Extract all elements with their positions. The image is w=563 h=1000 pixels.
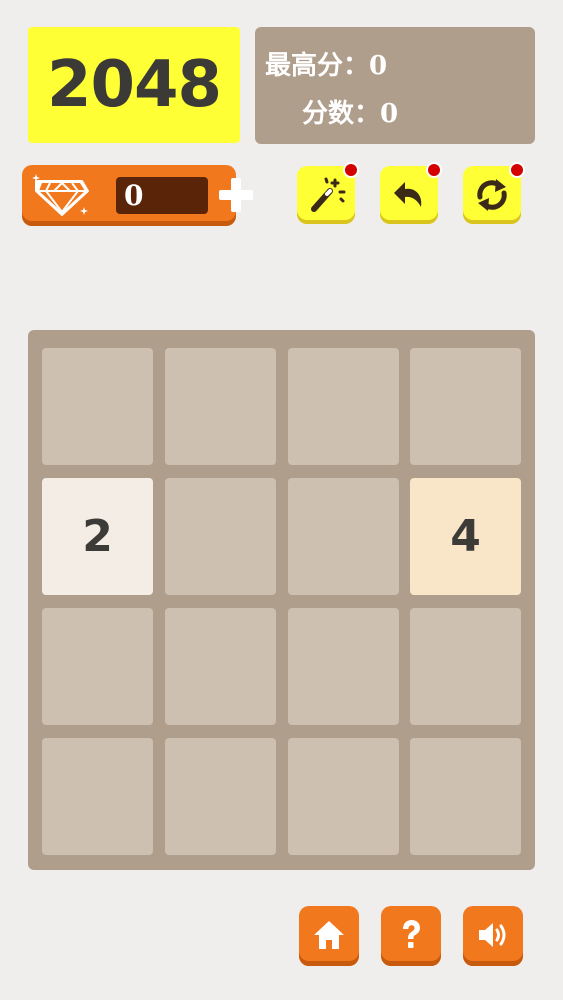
empty-tile (288, 348, 399, 465)
add-gems-button[interactable] (216, 175, 256, 215)
help-icon (403, 920, 420, 948)
empty-tile (42, 608, 153, 725)
empty-tile (288, 738, 399, 855)
current-score: 分数：0 (302, 99, 399, 129)
empty-tile (410, 738, 521, 855)
best-score-label: 最高分 (265, 51, 344, 81)
refresh-button[interactable] (463, 162, 525, 224)
home-icon (314, 921, 344, 949)
notification-dot (509, 162, 525, 178)
empty-tile (410, 608, 521, 725)
empty-tile (165, 608, 276, 725)
empty-tile (42, 738, 153, 855)
diamond-icon (32, 174, 89, 216)
sound-icon (479, 923, 506, 947)
refresh-icon (477, 179, 507, 211)
help-button[interactable] (381, 906, 441, 966)
magic-wand-icon (311, 177, 346, 212)
game-logo: 2048 (28, 27, 240, 143)
empty-tile (165, 478, 276, 595)
empty-tile (410, 348, 521, 465)
home-button[interactable] (299, 906, 359, 966)
undo-button[interactable] (380, 162, 442, 224)
magic-wand-button[interactable] (297, 162, 359, 224)
notification-dot (426, 162, 442, 178)
empty-tile (165, 348, 276, 465)
tile-2: 2 (42, 478, 153, 595)
undo-icon (394, 182, 422, 207)
sound-button[interactable] (463, 906, 523, 966)
empty-tile (288, 608, 399, 725)
best-score: 最高分：0 (265, 51, 388, 81)
game-board[interactable]: 24 (28, 330, 535, 870)
empty-tile (288, 478, 399, 595)
empty-tile (165, 738, 276, 855)
gem-bar: 0 (22, 165, 253, 226)
tile-4: 4 (410, 478, 521, 595)
best-score-value: 0 (369, 51, 388, 81)
gem-count: 0 (116, 177, 208, 214)
score-panel: 最高分：0 分数：0 (255, 27, 535, 144)
empty-tile (42, 348, 153, 465)
current-score-label: 分数 (302, 99, 355, 129)
current-score-value: 0 (380, 99, 399, 129)
notification-dot (343, 162, 359, 178)
